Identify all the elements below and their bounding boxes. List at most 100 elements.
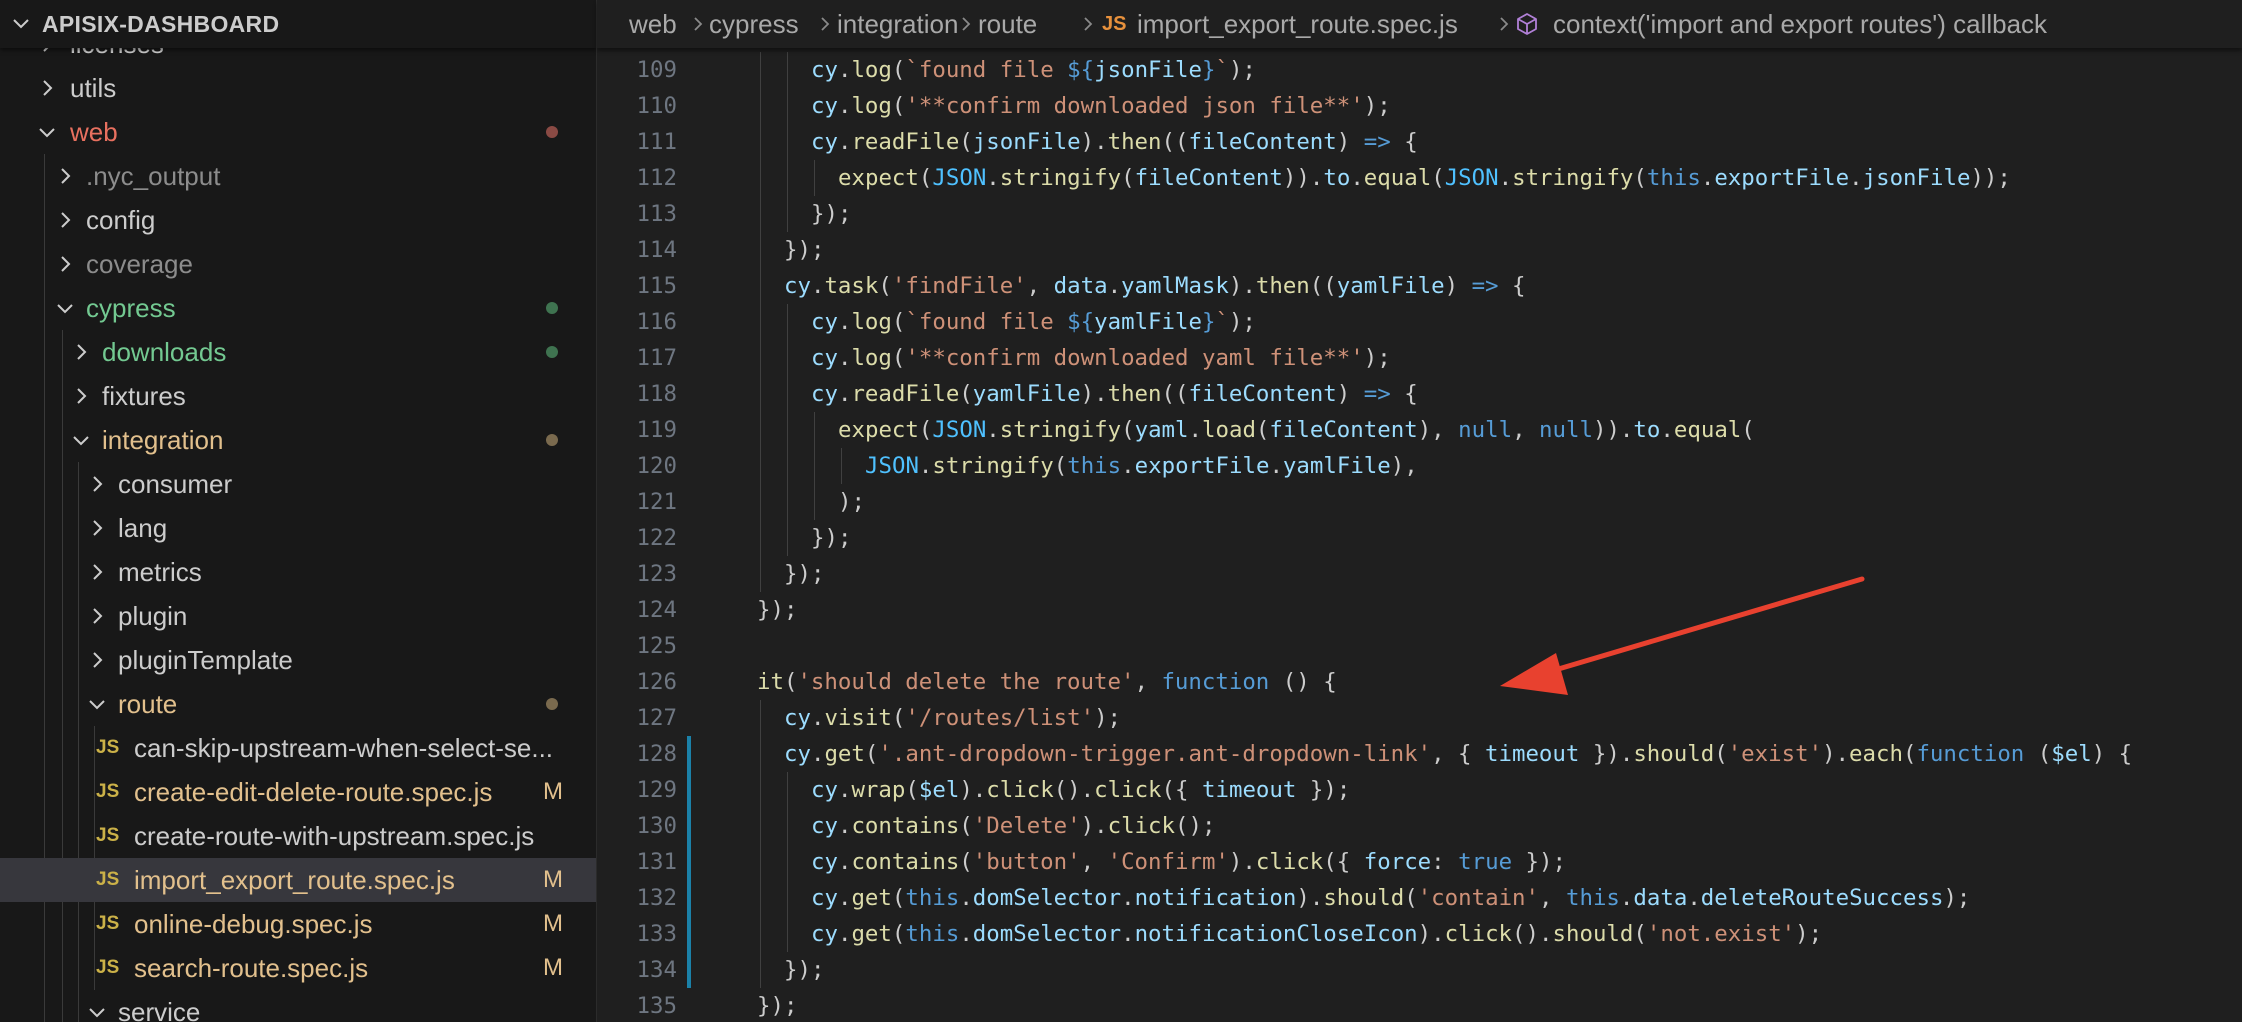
code-line[interactable]: 132 cy.get(this.domSelector.notification)…	[597, 880, 2242, 916]
tree-file[interactable]: JS online-debug.spec.js M	[0, 902, 596, 946]
breadcrumb-segment[interactable]: integration	[837, 0, 958, 48]
chevron-right-icon[interactable]	[86, 649, 108, 671]
code-line[interactable]: 110 cy.log('**confirm downloaded json fil…	[597, 88, 2242, 124]
code-line[interactable]: 114});	[597, 232, 2242, 268]
tree-folder[interactable]: config	[0, 198, 596, 242]
code-line[interactable]: 122});	[597, 520, 2242, 556]
tree-folder[interactable]: downloads	[0, 330, 596, 374]
code-token: (	[891, 921, 906, 947]
code-token: (	[864, 741, 879, 767]
code-token: yamlFile	[1282, 453, 1391, 479]
tree-folder[interactable]: plugin	[0, 594, 596, 638]
code-line[interactable]: 121);	[597, 484, 2242, 520]
chevron-right-icon[interactable]	[70, 341, 92, 363]
tree-folder[interactable]: utils	[0, 66, 596, 110]
code-line[interactable]: 117 cy.log('**confirm downloaded yaml fil…	[597, 340, 2242, 376]
code-token: );	[1228, 57, 1256, 83]
code-line[interactable]: 120 JSON.stringify(this.exportFile.yamlFi…	[597, 448, 2242, 484]
tree-file[interactable]: JS import_export_route.spec.js M	[0, 858, 596, 902]
tree-item-label: downloads	[102, 337, 227, 367]
code-token: ).	[1228, 849, 1256, 875]
code-line[interactable]: 123});	[597, 556, 2242, 592]
code-token: .	[1121, 921, 1135, 947]
indent-guide	[760, 880, 761, 916]
chevron-down-icon[interactable]	[10, 12, 32, 34]
chevron-down-icon[interactable]	[36, 121, 58, 143]
tree-item-label: fixtures	[102, 381, 186, 411]
code-line[interactable]: 112 expect(JSON.stringify(fileContent)).t…	[597, 160, 2242, 196]
code-line[interactable]: 113});	[597, 196, 2242, 232]
chevron-down-icon[interactable]	[54, 297, 76, 319]
code-token: )	[1336, 129, 1364, 155]
code-text: });	[757, 988, 797, 1022]
chevron-down-icon[interactable]	[86, 1001, 108, 1022]
code-token: true	[1458, 849, 1513, 875]
code-line[interactable]: 135});	[597, 988, 2242, 1022]
chevron-right-icon[interactable]	[54, 209, 76, 231]
code-line[interactable]: 129 cy.wrap($el).click().click({ timeout …	[597, 772, 2242, 808]
indent-guide	[760, 268, 761, 304]
code-line[interactable]: 126 it('should delete the route', functio…	[597, 664, 2242, 700]
code-line[interactable]: 119 expect(JSON.stringify(yaml.load(fileC…	[597, 412, 2242, 448]
chevron-right-icon[interactable]	[70, 385, 92, 407]
indent-guide	[787, 484, 788, 520]
chevron-right-icon[interactable]	[36, 77, 58, 99]
tree-folder[interactable]: cypress	[0, 286, 596, 330]
tree-file[interactable]: JS search-route.spec.js M	[0, 946, 596, 990]
tree-folder[interactable]: lang	[0, 506, 596, 550]
code-token: `	[1215, 309, 1229, 335]
chevron-right-icon[interactable]	[86, 473, 108, 495]
code-line[interactable]: 130 cy.contains('Delete').click();	[597, 808, 2242, 844]
code-line[interactable]: 131 cy.contains('button', 'Confirm').clic…	[597, 844, 2242, 880]
chevron-right-icon[interactable]	[86, 517, 108, 539]
tree-folder[interactable]: metrics	[0, 550, 596, 594]
code-line[interactable]: 125	[597, 628, 2242, 664]
tree-folder[interactable]: route	[0, 682, 596, 726]
code-line[interactable]: 115 cy.task('findFile', data.yamlMask).th…	[597, 268, 2242, 304]
code-token: it	[757, 669, 784, 695]
code-editor[interactable]: 109 cy.log(`found file ${jsonFile}`); 110 c…	[597, 0, 2242, 1022]
code-line[interactable]: 124});	[597, 592, 2242, 628]
tree-folder[interactable]: fixtures	[0, 374, 596, 418]
tree-file[interactable]: JS create-route-with-upstream.spec.js	[0, 814, 596, 858]
breadcrumb-segment[interactable]: cypress	[709, 0, 799, 48]
code-token: `	[1215, 57, 1229, 83]
code-line[interactable]: 111 cy.readFile(jsonFile).then((fileConte…	[597, 124, 2242, 160]
chevron-down-icon[interactable]	[70, 429, 92, 451]
tree-folder[interactable]: consumer	[0, 462, 596, 506]
js-file-icon: JS	[96, 957, 120, 978]
tree-file[interactable]: JS can-skip-upstream-when-select-se...	[0, 726, 596, 770]
indent-guide	[787, 520, 788, 556]
chevron-right-icon[interactable]	[54, 165, 76, 187]
code-line[interactable]: 116 cy.log(`found file ${yamlFile}`);	[597, 304, 2242, 340]
chevron-right-icon[interactable]	[86, 561, 108, 583]
tree-file[interactable]: JS create-edit-delete-route.spec.js M	[0, 770, 596, 814]
code-line[interactable]: 118 cy.readFile(yamlFile).then((fileConte…	[597, 376, 2242, 412]
code-token: data	[1633, 885, 1688, 911]
chevron-right-icon[interactable]	[54, 253, 76, 275]
indent-guide	[760, 844, 761, 880]
explorer-section-header[interactable]: APISIX-DASHBOARD	[0, 0, 596, 48]
breadcrumb-file[interactable]: import_export_route.spec.js	[1137, 0, 1458, 48]
code-token: to	[1633, 417, 1661, 443]
tree-folder[interactable]: web	[0, 110, 596, 154]
tree-folder[interactable]: pluginTemplate	[0, 638, 596, 682]
code-token: (	[1633, 165, 1647, 191]
chevron-down-icon[interactable]	[86, 693, 108, 715]
code-line[interactable]: 134});	[597, 952, 2242, 988]
code-token: (	[905, 777, 919, 803]
chevron-right-icon[interactable]	[86, 605, 108, 627]
tree-folder[interactable]: integration	[0, 418, 596, 462]
code-line[interactable]: 109 cy.log(`found file ${jsonFile}`);	[597, 52, 2242, 88]
code-token: expect	[838, 417, 919, 443]
code-line[interactable]: 133 cy.get(this.domSelector.notificationC…	[597, 916, 2242, 952]
code-token: .	[837, 93, 852, 119]
code-line[interactable]: 127 cy.visit('/routes/list');	[597, 700, 2242, 736]
code-line[interactable]: 128 cy.get('.ant-dropdown-trigger.ant-dro…	[597, 736, 2242, 772]
tree-folder[interactable]: service	[0, 990, 596, 1022]
tree-folder[interactable]: .nyc_output	[0, 154, 596, 198]
breadcrumb-segment[interactable]: web	[629, 0, 677, 48]
breadcrumb-segment[interactable]: route	[978, 0, 1037, 48]
breadcrumb-symbol[interactable]: context('import and export routes') call…	[1553, 0, 2047, 48]
tree-folder[interactable]: coverage	[0, 242, 596, 286]
